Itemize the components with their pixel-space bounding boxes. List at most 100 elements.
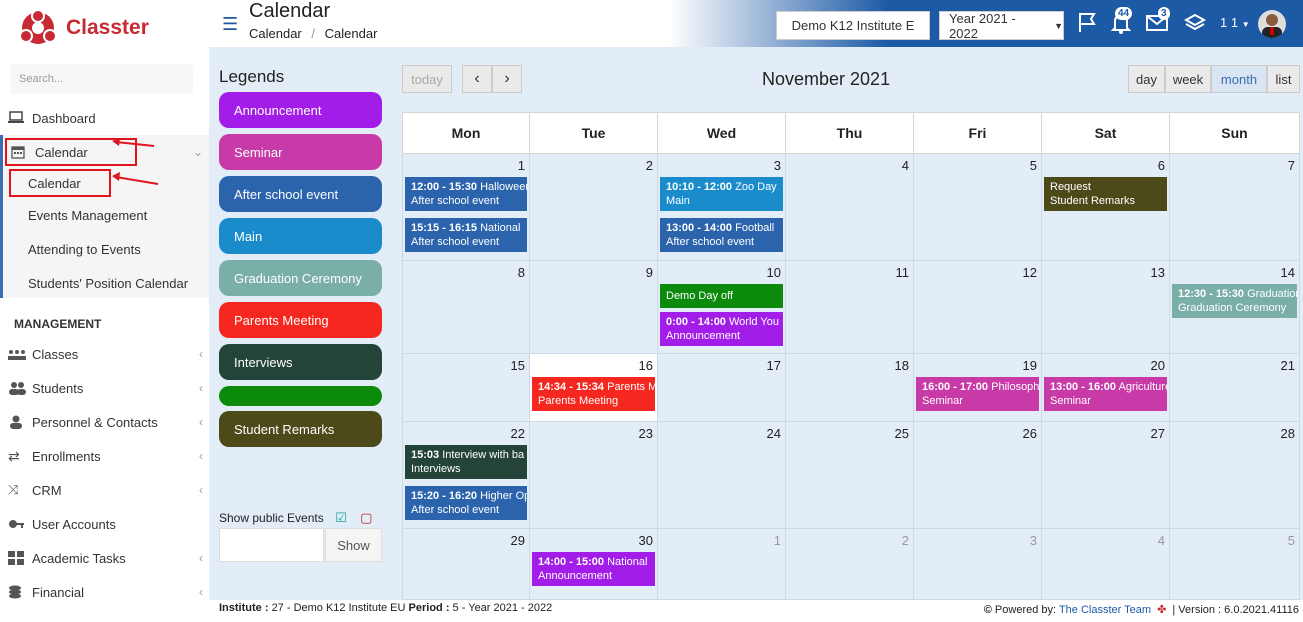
day-cell[interactable]: 7 <box>1170 154 1300 261</box>
day-cell[interactable]: 14 12:30 - 15:30 Graduation Graduation Cer… <box>1170 261 1300 354</box>
day-number[interactable]: 3 <box>774 158 781 173</box>
day-cell[interactable]: 1916:00 - 17:00 PhilosophySeminar <box>914 354 1042 422</box>
day-number[interactable]: 8 <box>518 265 525 280</box>
user-menu[interactable]: 1 1 ▼ <box>1220 15 1250 30</box>
day-number[interactable]: 24 <box>767 426 781 441</box>
day-cell[interactable]: 25 <box>786 422 914 529</box>
day-number[interactable]: 21 <box>1281 358 1295 373</box>
day-cell[interactable]: 3 <box>914 529 1042 600</box>
day-number[interactable]: 17 <box>767 358 781 373</box>
calendar-event[interactable]: Request Student Remarks <box>1044 177 1167 211</box>
day-cell[interactable]: 12 <box>914 261 1042 354</box>
sidebar-item-academic-tasks[interactable]: Academic Tasks ‹ <box>0 542 209 574</box>
day-cell[interactable]: 26 <box>914 422 1042 529</box>
day-number[interactable]: 18 <box>895 358 909 373</box>
layers-icon[interactable] <box>1183 13 1207 38</box>
day-number[interactable]: 11 <box>896 265 910 280</box>
day-number[interactable]: 1 <box>518 158 525 173</box>
day-number[interactable]: 4 <box>902 158 909 173</box>
day-cell[interactable]: 18 <box>786 354 914 422</box>
sidebar-subitem-attending[interactable]: Attending to Events <box>28 242 141 257</box>
calendar-event[interactable]: 10:10 - 12:00 Zoo Day Main <box>660 177 783 211</box>
sidebar-item-user-accounts[interactable]: User Accounts <box>0 508 209 540</box>
day-number[interactable]: 7 <box>1288 158 1295 173</box>
menu-toggle-icon[interactable]: ☰ <box>222 14 238 35</box>
day-number[interactable]: 19 <box>1023 358 1037 373</box>
day-number[interactable]: 5 <box>1030 158 1037 173</box>
sidebar-item-personnel[interactable]: Personnel & Contacts ‹ <box>0 406 209 438</box>
day-number[interactable]: 4 <box>1158 533 1165 548</box>
day-number[interactable]: 29 <box>511 533 525 548</box>
app-logo[interactable]: Classter <box>18 6 149 50</box>
day-number[interactable]: 23 <box>639 426 653 441</box>
day-number[interactable]: 1 <box>774 533 781 548</box>
day-cell[interactable]: 2 <box>530 154 658 261</box>
view-week-button[interactable]: week <box>1165 65 1211 93</box>
checkbox-checked-icon[interactable]: ☑ <box>335 510 347 525</box>
day-cell[interactable]: 15 <box>402 354 530 422</box>
day-cell[interactable]: 8 <box>402 261 530 354</box>
calendar-event[interactable]: 15:20 - 16:20 Higher Op After school even… <box>405 486 527 520</box>
day-cell[interactable]: 3 10:10 - 12:00 Zoo Day Main 13:00 - 14:00 … <box>658 154 786 261</box>
day-number[interactable]: 6 <box>1158 158 1165 173</box>
day-number[interactable]: 22 <box>511 426 525 441</box>
legend-item[interactable]: After school event <box>219 176 382 212</box>
day-cell[interactable]: 2 <box>786 529 914 600</box>
flag-icon[interactable] <box>1077 11 1097 38</box>
day-cell[interactable]: 10 Demo Day off 0:00 - 14:00 World You Anno… <box>658 261 786 354</box>
legend-item[interactable]: Seminar <box>219 134 382 170</box>
public-events-input[interactable] <box>219 528 324 562</box>
today-button[interactable]: today <box>402 65 452 93</box>
sidebar-item-classes[interactable]: Classes ‹ <box>0 338 209 370</box>
day-cell[interactable]: 30 14:00 - 15:00 National Announcement <box>530 529 658 600</box>
calendar-event[interactable]: 15:03 Interview with ba Interviews <box>405 445 527 479</box>
day-cell[interactable]: 13 <box>1042 261 1170 354</box>
legend-item[interactable]: Parents Meeting <box>219 302 382 338</box>
day-number[interactable]: 15 <box>511 358 525 373</box>
show-button[interactable]: Show <box>325 528 382 562</box>
checkbox-unchecked-icon[interactable]: ▢ <box>360 510 372 525</box>
day-number[interactable]: 20 <box>1151 358 1165 373</box>
sidebar-subitem-position-calendar[interactable]: Students' Position Calendar <box>28 276 188 291</box>
calendar-event[interactable]: 13:00 - 16:00 Agriculture Seminar <box>1044 377 1167 411</box>
day-cell[interactable]: 4 <box>786 154 914 261</box>
day-number[interactable]: 28 <box>1281 426 1295 441</box>
sidebar-item-students[interactable]: Students ‹ <box>0 372 209 404</box>
legend-item[interactable]: Student Remarks <box>219 411 382 447</box>
day-number[interactable]: 26 <box>1023 426 1037 441</box>
day-cell[interactable]: 23 <box>530 422 658 529</box>
day-cell[interactable]: 17 <box>658 354 786 422</box>
day-number[interactable]: 14 <box>1281 265 1295 280</box>
calendar-event[interactable]: 13:00 - 14:00 Football After school event <box>660 218 783 252</box>
day-cell[interactable]: 22 15:03 Interview with ba Interviews 15:20… <box>402 422 530 529</box>
prev-button[interactable]: ‹ <box>462 65 492 93</box>
calendar-event[interactable]: 12:00 - 15:30 Halloween After school even… <box>405 177 527 211</box>
day-number[interactable]: 10 <box>767 265 781 280</box>
day-cell[interactable]: 16 14:34 - 15:34 Parents M Parents Meeting <box>530 354 658 422</box>
day-number[interactable]: 3 <box>1030 533 1037 548</box>
day-cell[interactable]: 28 <box>1170 422 1300 529</box>
day-cell[interactable]: 1 <box>658 529 786 600</box>
institute-selector[interactable]: Demo K12 Institute E <box>776 11 930 40</box>
day-number[interactable]: 16 <box>639 358 653 373</box>
day-cell[interactable]: 5 <box>914 154 1042 261</box>
legend-item[interactable]: Main <box>219 218 382 254</box>
day-number[interactable]: 27 <box>1151 426 1165 441</box>
day-number[interactable]: 12 <box>1023 265 1037 280</box>
view-list-button[interactable]: list <box>1267 65 1300 93</box>
legend-item[interactable]: Graduation Ceremony <box>219 260 382 296</box>
sidebar-search-input[interactable]: Search... <box>10 64 193 94</box>
sidebar-item-enrollments[interactable]: ⇄ Enrollments ‹ <box>0 440 209 472</box>
calendar-event[interactable]: 0:00 - 14:00 World You Announcement <box>660 312 783 346</box>
calendar-event[interactable]: 15:15 - 16:15 National After school event <box>405 218 527 252</box>
day-number[interactable]: 2 <box>646 158 653 173</box>
calendar-event[interactable]: Demo Day off <box>660 284 783 308</box>
sidebar-item-dashboard[interactable]: Dashboard <box>0 102 209 134</box>
avatar[interactable] <box>1258 10 1286 38</box>
day-number[interactable]: 9 <box>646 265 653 280</box>
next-button[interactable]: › <box>492 65 522 93</box>
day-number[interactable]: 13 <box>1151 265 1165 280</box>
day-cell[interactable]: 9 <box>530 261 658 354</box>
calendar-event[interactable]: 12:30 - 15:30 Graduation Graduation Cerem… <box>1172 284 1297 318</box>
breadcrumb-item[interactable]: Calendar <box>249 26 302 41</box>
